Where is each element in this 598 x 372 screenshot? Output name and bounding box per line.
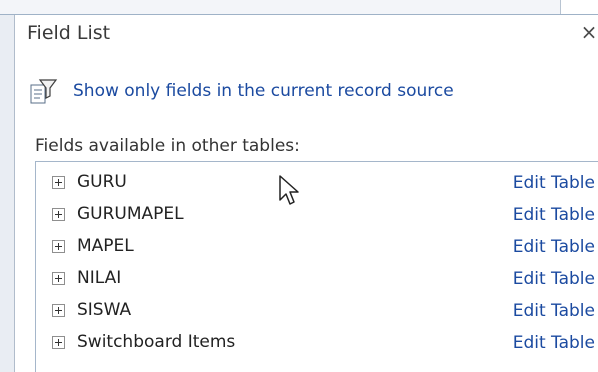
table-row-siswa[interactable]: SISWA Edit Table: [36, 296, 598, 326]
mouse-pointer-icon: [279, 175, 299, 205]
table-row-nilai[interactable]: NILAI Edit Table: [36, 264, 598, 294]
edit-table-link[interactable]: Edit Table: [513, 204, 595, 226]
table-row-guru[interactable]: GURU Edit Table: [36, 168, 598, 198]
screen: Field List × Show only fields in the cur…: [0, 0, 598, 372]
close-icon: ×: [580, 20, 598, 44]
table-name: Switchboard Items: [77, 332, 236, 352]
show-only-fields-label: Show only fields in the current record s…: [73, 81, 454, 101]
pane-left-edge: [0, 15, 15, 372]
expand-icon[interactable]: [52, 272, 65, 285]
filter-fields-icon: [30, 79, 58, 104]
expand-icon[interactable]: [52, 176, 65, 189]
edit-table-link[interactable]: Edit Table: [513, 300, 595, 322]
table-name: GURU: [77, 172, 127, 192]
table-row-gurumapel[interactable]: GURUMAPEL Edit Table: [36, 200, 598, 230]
close-button[interactable]: ×: [580, 19, 598, 45]
table-name: GURUMAPEL: [77, 204, 184, 224]
section-label: Fields available in other tables:: [35, 136, 300, 156]
field-list-pane: Field List × Show only fields in the cur…: [15, 15, 598, 372]
other-tables-list: GURU Edit Table GURUMAPEL Edit Table MAP…: [35, 161, 598, 372]
table-name: SISWA: [77, 300, 132, 320]
expand-icon[interactable]: [52, 240, 65, 253]
expand-icon[interactable]: [52, 336, 65, 349]
expand-icon[interactable]: [52, 208, 65, 221]
show-only-fields-link[interactable]: Show only fields in the current record s…: [27, 77, 454, 105]
window-top-strip: [0, 0, 598, 15]
edit-table-link[interactable]: Edit Table: [513, 236, 595, 258]
edit-table-link[interactable]: Edit Table: [513, 268, 595, 290]
edit-table-link[interactable]: Edit Table: [513, 332, 595, 354]
pane-header: Field List ×: [15, 15, 598, 51]
expand-icon[interactable]: [52, 304, 65, 317]
pane-title: Field List: [27, 22, 111, 44]
table-row-switchboard-items[interactable]: Switchboard Items Edit Table: [36, 328, 598, 358]
table-row-mapel[interactable]: MAPEL Edit Table: [36, 232, 598, 262]
table-name: NILAI: [77, 268, 122, 288]
table-name: MAPEL: [77, 236, 134, 256]
edit-table-link[interactable]: Edit Table: [513, 172, 595, 194]
window-top-area: [0, 0, 561, 14]
